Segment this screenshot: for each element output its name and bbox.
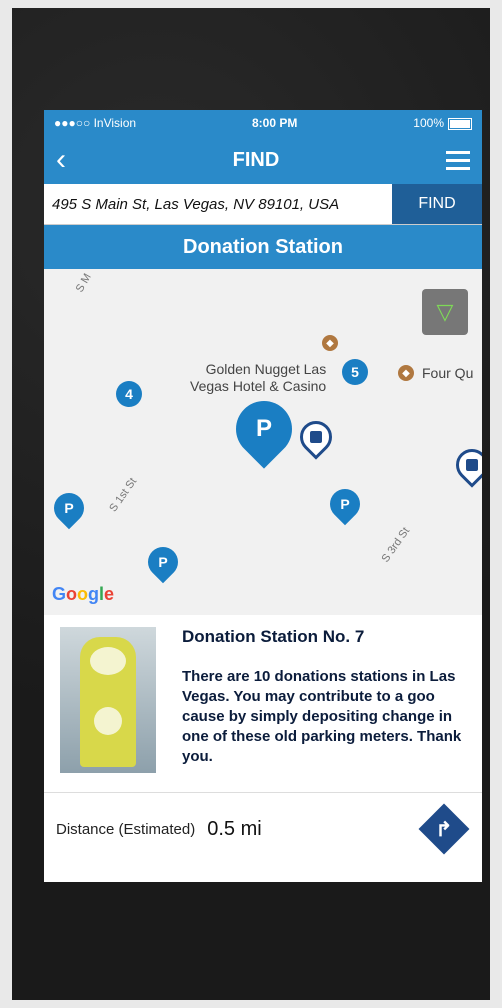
parking-pin[interactable]: P bbox=[141, 540, 185, 584]
road-label: S 1st St bbox=[107, 475, 140, 515]
bus-stop-icon[interactable] bbox=[449, 442, 482, 488]
pin-label: P bbox=[158, 554, 168, 570]
cluster-marker[interactable]: 5 bbox=[342, 359, 368, 385]
category-banner: Donation Station bbox=[44, 225, 482, 269]
poi-icon[interactable]: ◆ bbox=[322, 335, 338, 351]
bus-stop-icon[interactable] bbox=[293, 414, 339, 460]
station-description: There are 10 donations stations in Las V… bbox=[182, 668, 462, 765]
pin-label: P bbox=[64, 500, 74, 516]
selected-parking-pin[interactable]: P bbox=[224, 389, 304, 469]
battery-indicator: 100% bbox=[413, 116, 472, 130]
find-button[interactable]: FIND bbox=[392, 184, 482, 224]
parking-pin[interactable]: P bbox=[47, 486, 91, 530]
poi-label-line: Vegas Hotel & Casino bbox=[190, 378, 327, 394]
filter-icon: ▽ bbox=[436, 299, 454, 324]
distance-row: Distance (Estimated) 0.5 mi ↱ bbox=[44, 793, 482, 865]
parking-meter-photo bbox=[60, 627, 156, 773]
address-input[interactable] bbox=[44, 184, 392, 224]
station-title: Donation Station No. 7 bbox=[182, 627, 365, 646]
battery-text: 100% bbox=[413, 116, 444, 130]
cluster-marker[interactable]: 4 bbox=[116, 381, 142, 407]
app-screen: ●●●○○ InVision 8:00 PM 100% ‹ FIND FIND … bbox=[44, 110, 482, 882]
station-card[interactable]: Donation Station No. 7 There are 10 dona… bbox=[44, 615, 482, 793]
chevron-left-icon[interactable]: ‹ bbox=[56, 145, 66, 175]
status-bar: ●●●○○ InVision 8:00 PM 100% bbox=[44, 110, 482, 136]
search-bar: FIND bbox=[44, 184, 482, 225]
page-title: FIND bbox=[232, 148, 280, 171]
road-label: S M bbox=[73, 271, 94, 295]
clock-text: 8:00 PM bbox=[252, 116, 298, 130]
road-label: S 3rd St bbox=[379, 525, 413, 565]
pin-label: P bbox=[340, 496, 350, 512]
parking-pin[interactable]: P bbox=[323, 482, 367, 526]
poi-label: Four Qu bbox=[422, 365, 474, 381]
carrier-text: ●●●○○ InVision bbox=[54, 116, 137, 130]
poi-label-line: Golden Nugget Las bbox=[205, 361, 327, 377]
poi-label: Golden Nugget Las Vegas Hotel & Casino bbox=[190, 361, 326, 395]
battery-icon bbox=[448, 117, 472, 130]
filter-button[interactable]: ▽ bbox=[422, 289, 468, 335]
directions-button[interactable]: ↱ bbox=[418, 803, 470, 855]
poi-icon[interactable]: ◆ bbox=[398, 365, 414, 381]
arrow-right-icon: ↱ bbox=[435, 818, 453, 841]
map-view[interactable]: S M S 1st St S 3rd St ▽ ◆ ◆ Golden Nugge… bbox=[44, 269, 482, 615]
google-logo: Google bbox=[52, 584, 115, 604]
hamburger-icon[interactable] bbox=[445, 150, 470, 170]
pin-label: P bbox=[255, 415, 272, 442]
top-navbar: ‹ FIND bbox=[44, 136, 482, 184]
distance-label: Distance (Estimated) bbox=[56, 820, 196, 838]
distance-value: 0.5 mi bbox=[207, 817, 262, 840]
